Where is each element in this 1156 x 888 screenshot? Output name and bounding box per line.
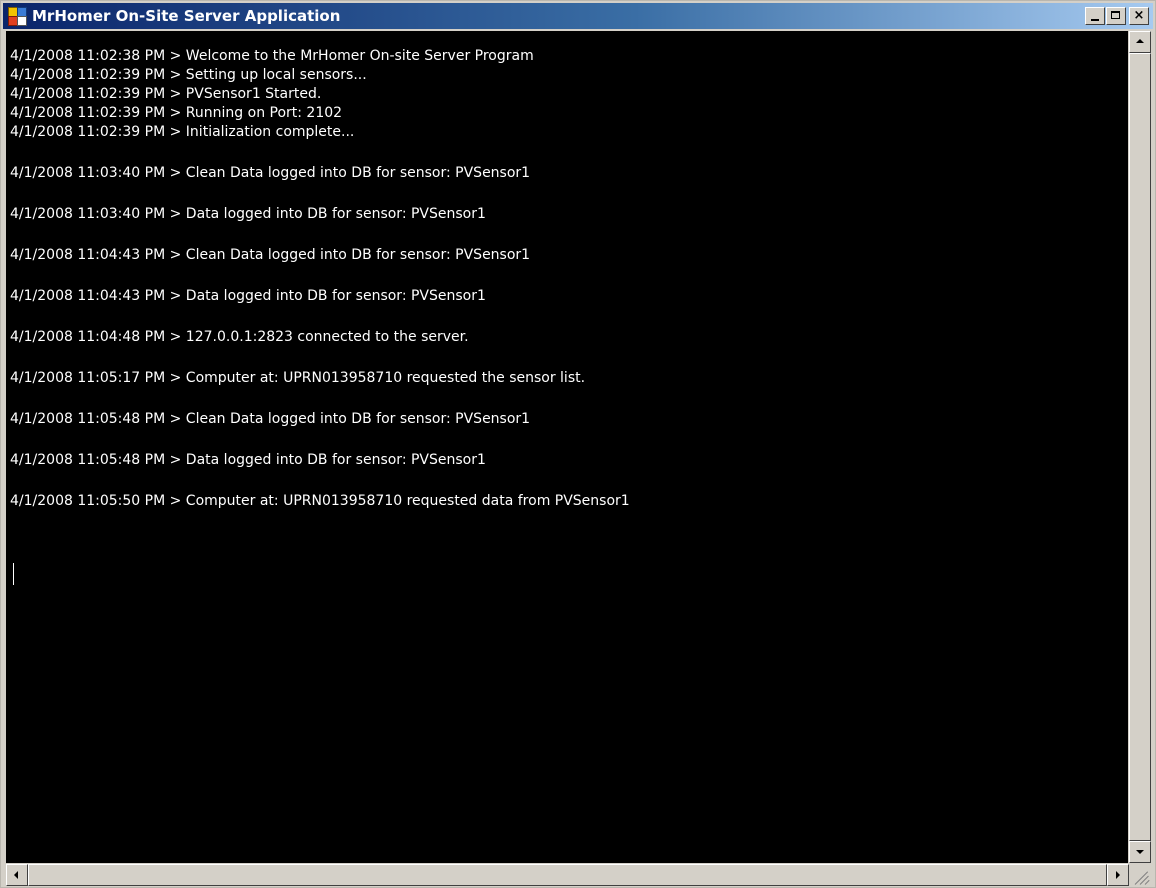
text-caret	[13, 563, 14, 585]
scroll-right-button[interactable]	[1107, 864, 1129, 886]
log-line: 4/1/2008 11:05:48 PM > Data logged into …	[10, 452, 486, 468]
arrow-left-icon	[14, 871, 18, 879]
log-line: 4/1/2008 11:03:40 PM > Clean Data logged…	[10, 165, 531, 181]
console-output[interactable]: 4/1/2008 11:02:38 PM > Welcome to the Mr…	[6, 31, 1128, 863]
caption-buttons: ×	[1084, 7, 1149, 25]
scroll-down-button[interactable]	[1129, 841, 1151, 863]
log-lines: 4/1/2008 11:02:38 PM > Welcome to the Mr…	[10, 47, 1128, 511]
log-line: 4/1/2008 11:03:40 PM > Data logged into …	[10, 206, 486, 222]
log-line: 4/1/2008 11:04:48 PM > 127.0.0.1:2823 co…	[10, 329, 469, 345]
log-line: 4/1/2008 11:02:39 PM > Initialization co…	[10, 124, 355, 140]
close-button[interactable]: ×	[1129, 7, 1149, 25]
application-icon[interactable]	[8, 7, 27, 26]
horizontal-scrollbar[interactable]	[6, 864, 1129, 886]
arrow-right-icon	[1116, 871, 1120, 879]
maximize-icon	[1111, 11, 1120, 19]
log-line: 4/1/2008 11:04:43 PM > Data logged into …	[10, 288, 486, 304]
window-title: MrHomer On-Site Server Application	[32, 7, 341, 25]
scroll-up-button[interactable]	[1129, 31, 1151, 53]
vertical-scroll-thumb[interactable]	[1129, 53, 1151, 841]
minimize-button[interactable]	[1085, 7, 1105, 25]
log-line: 4/1/2008 11:05:17 PM > Computer at: UPRN…	[10, 370, 586, 386]
arrow-down-icon	[1136, 850, 1144, 854]
log-line: 4/1/2008 11:02:39 PM > Setting up local …	[10, 67, 367, 83]
log-line: 4/1/2008 11:05:50 PM > Computer at: UPRN…	[10, 493, 630, 509]
close-icon: ×	[1133, 8, 1145, 23]
log-line: 4/1/2008 11:04:43 PM > Clean Data logged…	[10, 247, 531, 263]
arrow-up-icon	[1136, 39, 1144, 43]
maximize-button[interactable]	[1106, 7, 1126, 25]
minimize-icon	[1091, 19, 1099, 21]
scroll-left-button[interactable]	[6, 864, 28, 886]
log-line: 4/1/2008 11:02:39 PM > Running on Port: …	[10, 105, 343, 121]
title-bar[interactable]: MrHomer On-Site Server Application ×	[3, 3, 1153, 29]
vertical-scrollbar[interactable]	[1129, 31, 1151, 863]
log-line: 4/1/2008 11:02:39 PM > PVSensor1 Started…	[10, 86, 322, 102]
horizontal-scroll-thumb[interactable]	[28, 864, 1107, 886]
log-line: 4/1/2008 11:02:38 PM > Welcome to the Mr…	[10, 48, 534, 64]
log-line: 4/1/2008 11:05:48 PM > Clean Data logged…	[10, 411, 531, 427]
size-grip[interactable]	[1129, 864, 1151, 886]
application-window: MrHomer On-Site Server Application × 4/1…	[0, 0, 1156, 888]
